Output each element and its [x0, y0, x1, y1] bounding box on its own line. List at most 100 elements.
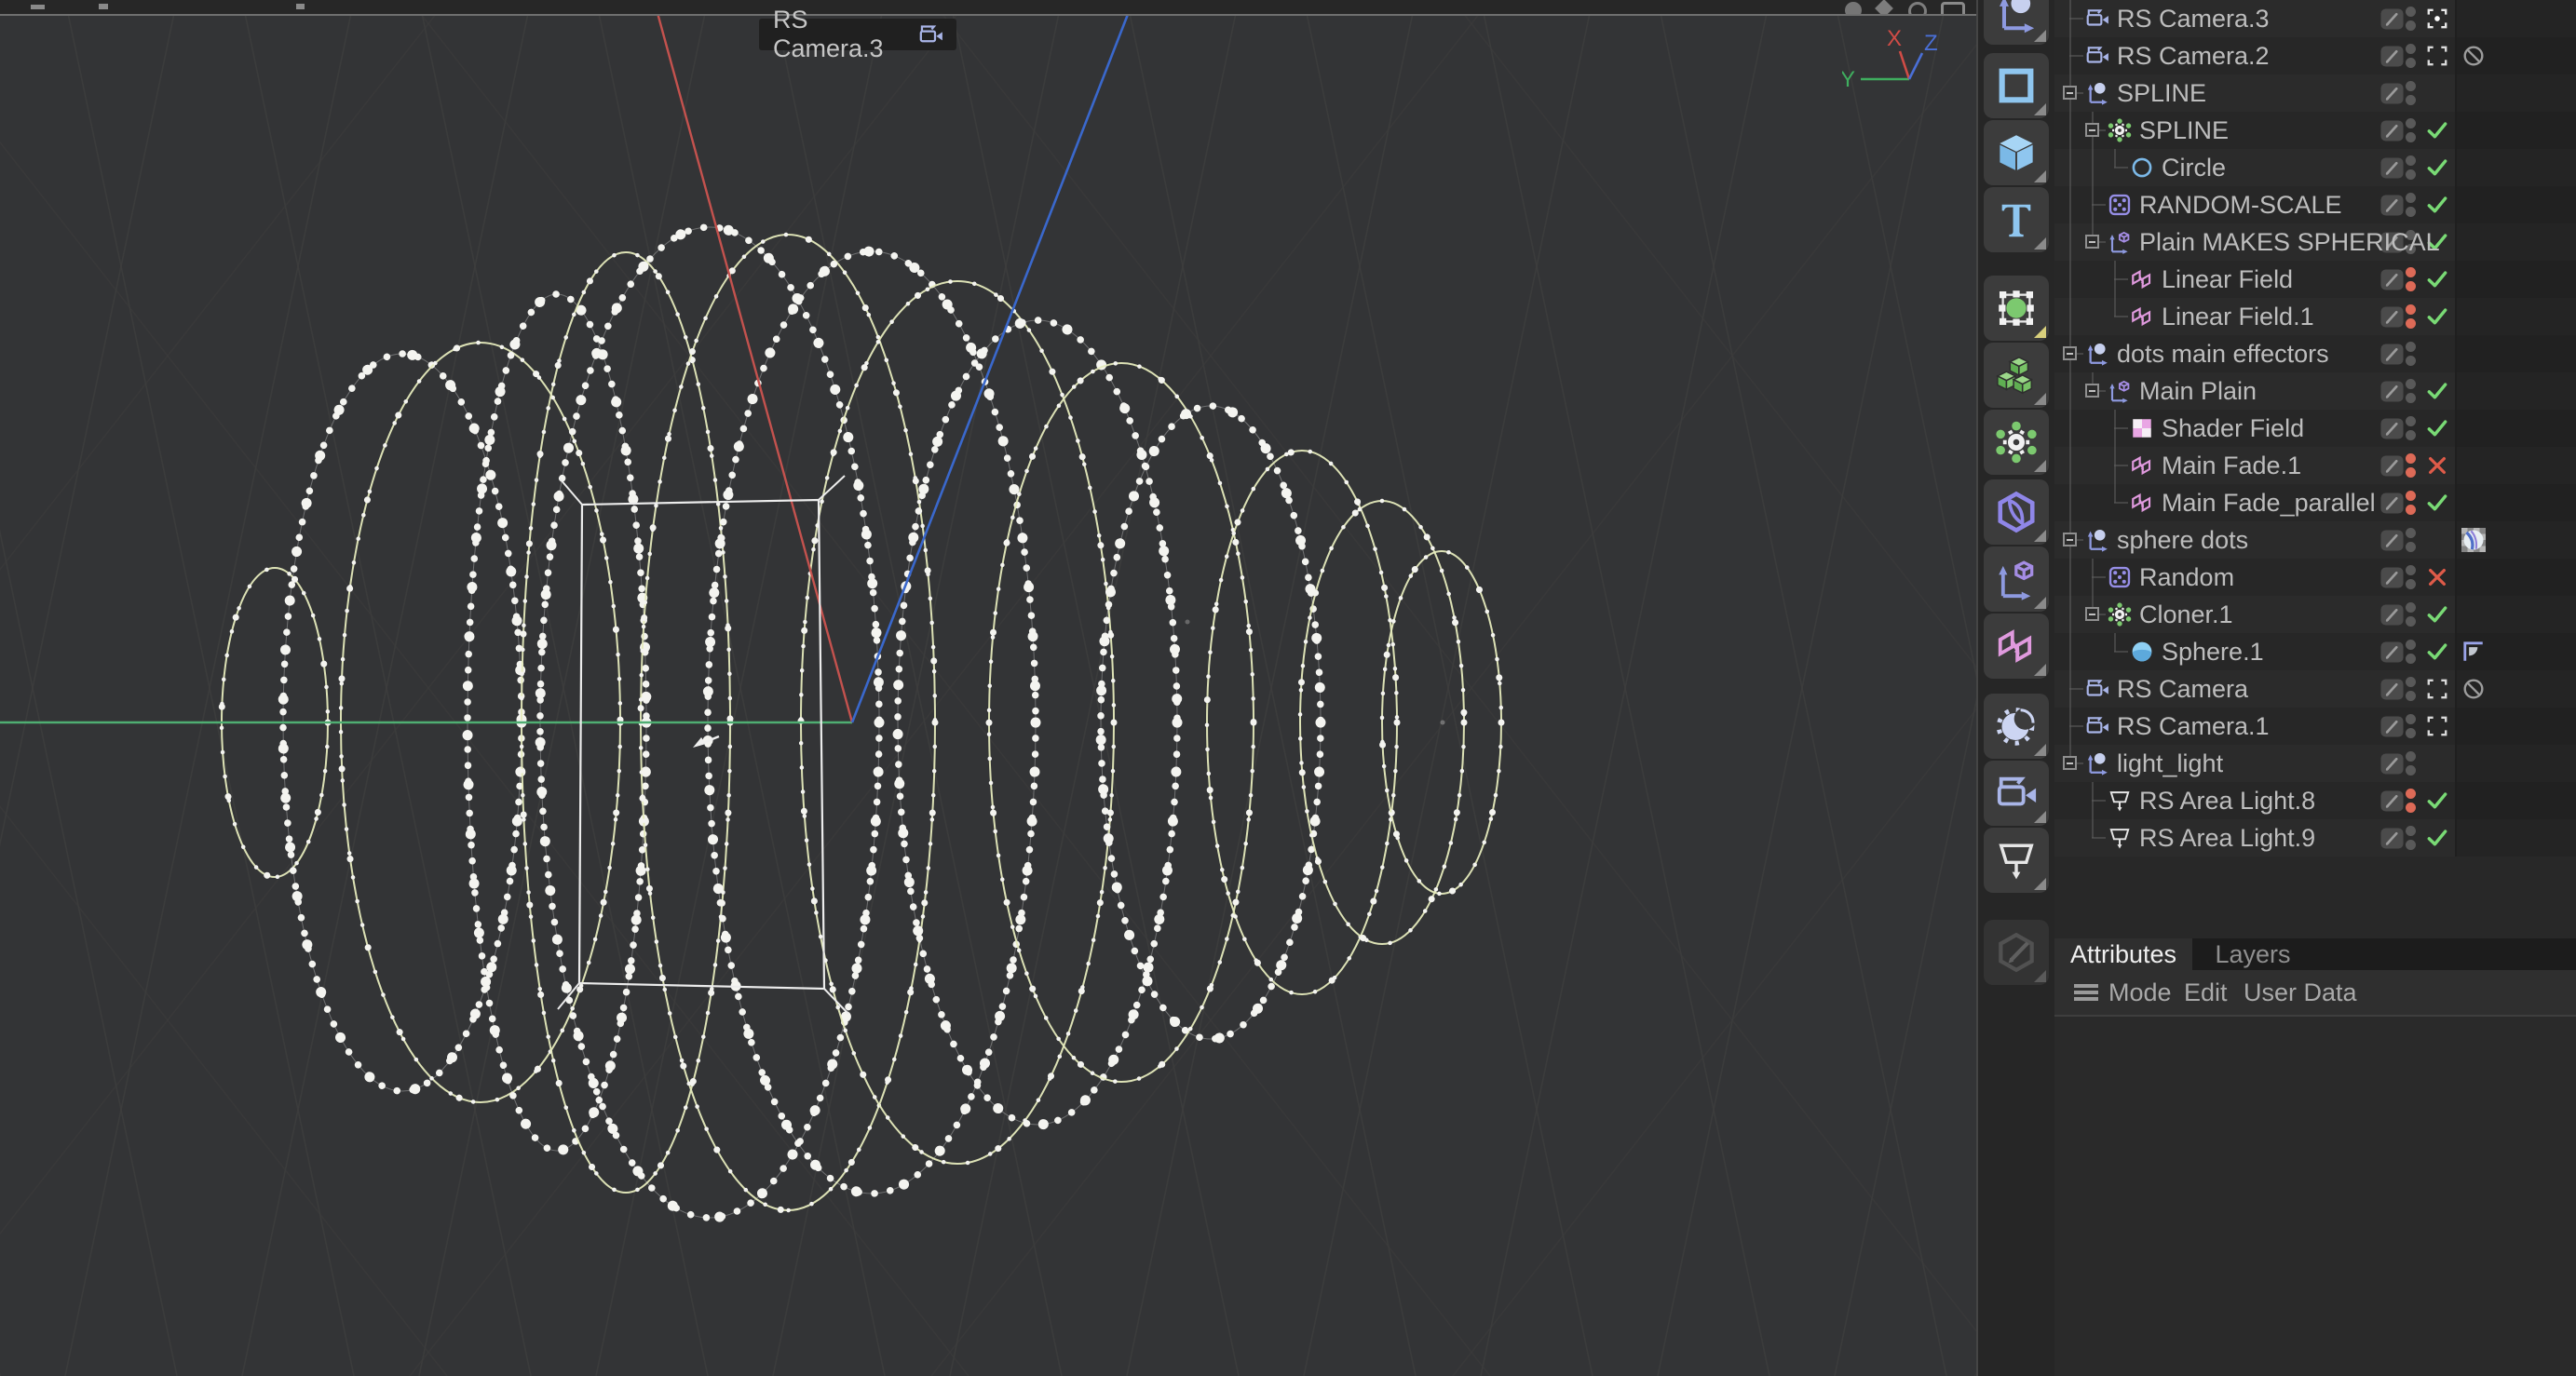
render-visibility-dot[interactable] — [2406, 728, 2416, 738]
render-visibility-dot[interactable] — [2406, 430, 2416, 440]
render-visibility-dot[interactable] — [2406, 318, 2416, 329]
rectangle-spline-tool-button[interactable] — [1984, 53, 2049, 118]
tab-attributes[interactable]: Attributes — [2054, 938, 2192, 970]
layer-edit-toggle[interactable] — [2379, 828, 2405, 849]
layer-edit-toggle[interactable] — [2379, 306, 2405, 328]
tab-layers[interactable]: Layers — [2192, 938, 2313, 970]
expand-collapse-box[interactable] — [2085, 235, 2099, 249]
subdivision-surface-tool-button[interactable] — [1984, 276, 2049, 341]
camera-view-active-icon[interactable] — [2425, 7, 2449, 31]
render-visibility-dot[interactable] — [2406, 393, 2416, 403]
enabled-check-icon[interactable] — [2425, 640, 2449, 664]
sketch-tool-button[interactable] — [1984, 920, 2049, 985]
layer-edit-toggle[interactable] — [2379, 790, 2405, 812]
disabled-x-icon[interactable] — [2425, 453, 2449, 478]
expand-collapse-box[interactable] — [2063, 86, 2077, 100]
enabled-check-icon[interactable] — [2425, 193, 2449, 217]
editor-visibility-dot[interactable] — [2406, 7, 2416, 17]
render-visibility-dot[interactable] — [2406, 654, 2416, 664]
field-tool-button[interactable] — [1984, 614, 2049, 679]
render-visibility-dot[interactable] — [2406, 691, 2416, 701]
enabled-check-icon[interactable] — [2425, 118, 2449, 142]
layer-edit-toggle[interactable] — [2379, 344, 2405, 365]
render-visibility-dot[interactable] — [2406, 765, 2416, 776]
editor-visibility-dot[interactable] — [2406, 602, 2416, 613]
editor-visibility-dot[interactable] — [2406, 491, 2416, 501]
sky-tool-button[interactable] — [1984, 694, 2049, 759]
null-object-tool-button[interactable] — [1984, 0, 2049, 45]
camera-view-toggle-icon[interactable] — [2425, 44, 2449, 68]
no-render-tag-icon[interactable] — [2461, 677, 2486, 701]
enabled-check-icon[interactable] — [2425, 379, 2449, 403]
editor-visibility-dot[interactable] — [2406, 304, 2416, 315]
layer-edit-toggle[interactable] — [2379, 716, 2405, 737]
editor-visibility-dot[interactable] — [2406, 267, 2416, 277]
layer-edit-toggle[interactable] — [2379, 530, 2405, 551]
layer-edit-toggle[interactable] — [2379, 753, 2405, 775]
viewport-camera-menu[interactable]: RS Camera.3 — [759, 6, 956, 62]
layer-edit-toggle[interactable] — [2379, 492, 2405, 514]
render-visibility-dot[interactable] — [2406, 616, 2416, 627]
layer-edit-toggle[interactable] — [2379, 83, 2405, 104]
render-visibility-dot[interactable] — [2406, 58, 2416, 68]
layer-edit-toggle[interactable] — [2379, 381, 2405, 402]
editor-visibility-dot[interactable] — [2406, 751, 2416, 762]
editor-visibility-dot[interactable] — [2406, 789, 2416, 799]
camera-tool-button[interactable] — [1984, 761, 2049, 826]
cube-primitive-tool-button[interactable] — [1984, 120, 2049, 185]
layer-edit-toggle[interactable] — [2379, 418, 2405, 439]
cloner-tool-button[interactable] — [1984, 410, 2049, 475]
expand-collapse-box[interactable] — [2063, 533, 2077, 546]
expand-collapse-box[interactable] — [2085, 384, 2099, 398]
render-visibility-dot[interactable] — [2406, 281, 2416, 291]
viewport-canvas[interactable]: RS Camera.3 Y X Z — [0, 0, 1978, 1376]
enabled-check-icon[interactable] — [2425, 602, 2449, 627]
render-visibility-dot[interactable] — [2406, 356, 2416, 366]
editor-visibility-dot[interactable] — [2406, 677, 2416, 687]
editor-visibility-dot[interactable] — [2406, 342, 2416, 352]
layer-edit-toggle[interactable] — [2379, 157, 2405, 179]
menu-edit[interactable]: Edit — [2184, 970, 2228, 1015]
expand-collapse-box[interactable] — [2063, 346, 2077, 360]
render-visibility-dot[interactable] — [2406, 95, 2416, 105]
enabled-check-icon[interactable] — [2425, 789, 2449, 813]
layer-edit-toggle[interactable] — [2379, 195, 2405, 216]
expand-collapse-box[interactable] — [2063, 756, 2077, 770]
layer-edit-toggle[interactable] — [2379, 604, 2405, 626]
render-visibility-dot[interactable] — [2406, 505, 2416, 515]
camera-view-toggle-icon[interactable] — [2425, 714, 2449, 738]
render-visibility-dot[interactable] — [2406, 467, 2416, 478]
editor-visibility-dot[interactable] — [2406, 826, 2416, 836]
editor-visibility-dot[interactable] — [2406, 453, 2416, 464]
editor-visibility-dot[interactable] — [2406, 640, 2416, 650]
render-visibility-dot[interactable] — [2406, 207, 2416, 217]
render-visibility-dot[interactable] — [2406, 542, 2416, 552]
no-render-tag-icon[interactable] — [2461, 44, 2486, 68]
editor-visibility-dot[interactable] — [2406, 81, 2416, 91]
editor-visibility-dot[interactable] — [2406, 118, 2416, 128]
layer-edit-toggle[interactable] — [2379, 8, 2405, 30]
layer-edit-toggle[interactable] — [2379, 679, 2405, 700]
menu-user-data[interactable]: User Data — [2244, 970, 2357, 1015]
text-object-tool-button[interactable] — [1984, 187, 2049, 252]
render-visibility-dot[interactable] — [2406, 803, 2416, 813]
disabled-x-icon[interactable] — [2425, 565, 2449, 589]
array-generator-tool-button[interactable] — [1984, 343, 2049, 408]
editor-visibility-dot[interactable] — [2406, 44, 2416, 54]
layer-edit-toggle[interactable] — [2379, 120, 2405, 142]
panel-menu-icon[interactable] — [2074, 984, 2098, 1001]
effector-tool-button[interactable] — [1984, 546, 2049, 612]
volume-tool-button[interactable] — [1984, 479, 2049, 545]
render-visibility-dot[interactable] — [2406, 20, 2416, 31]
editor-visibility-dot[interactable] — [2406, 379, 2416, 389]
layer-edit-toggle[interactable] — [2379, 46, 2405, 67]
editor-visibility-dot[interactable] — [2406, 155, 2416, 166]
layer-edit-toggle[interactable] — [2379, 641, 2405, 663]
render-visibility-dot[interactable] — [2406, 169, 2416, 180]
layer-edit-toggle[interactable] — [2379, 567, 2405, 588]
menu-mode[interactable]: Mode — [2108, 970, 2172, 1015]
expand-collapse-box[interactable] — [2085, 607, 2099, 621]
layer-edit-toggle[interactable] — [2379, 269, 2405, 290]
camera-view-toggle-icon[interactable] — [2425, 677, 2449, 701]
area-light-tool-button[interactable] — [1984, 828, 2049, 893]
